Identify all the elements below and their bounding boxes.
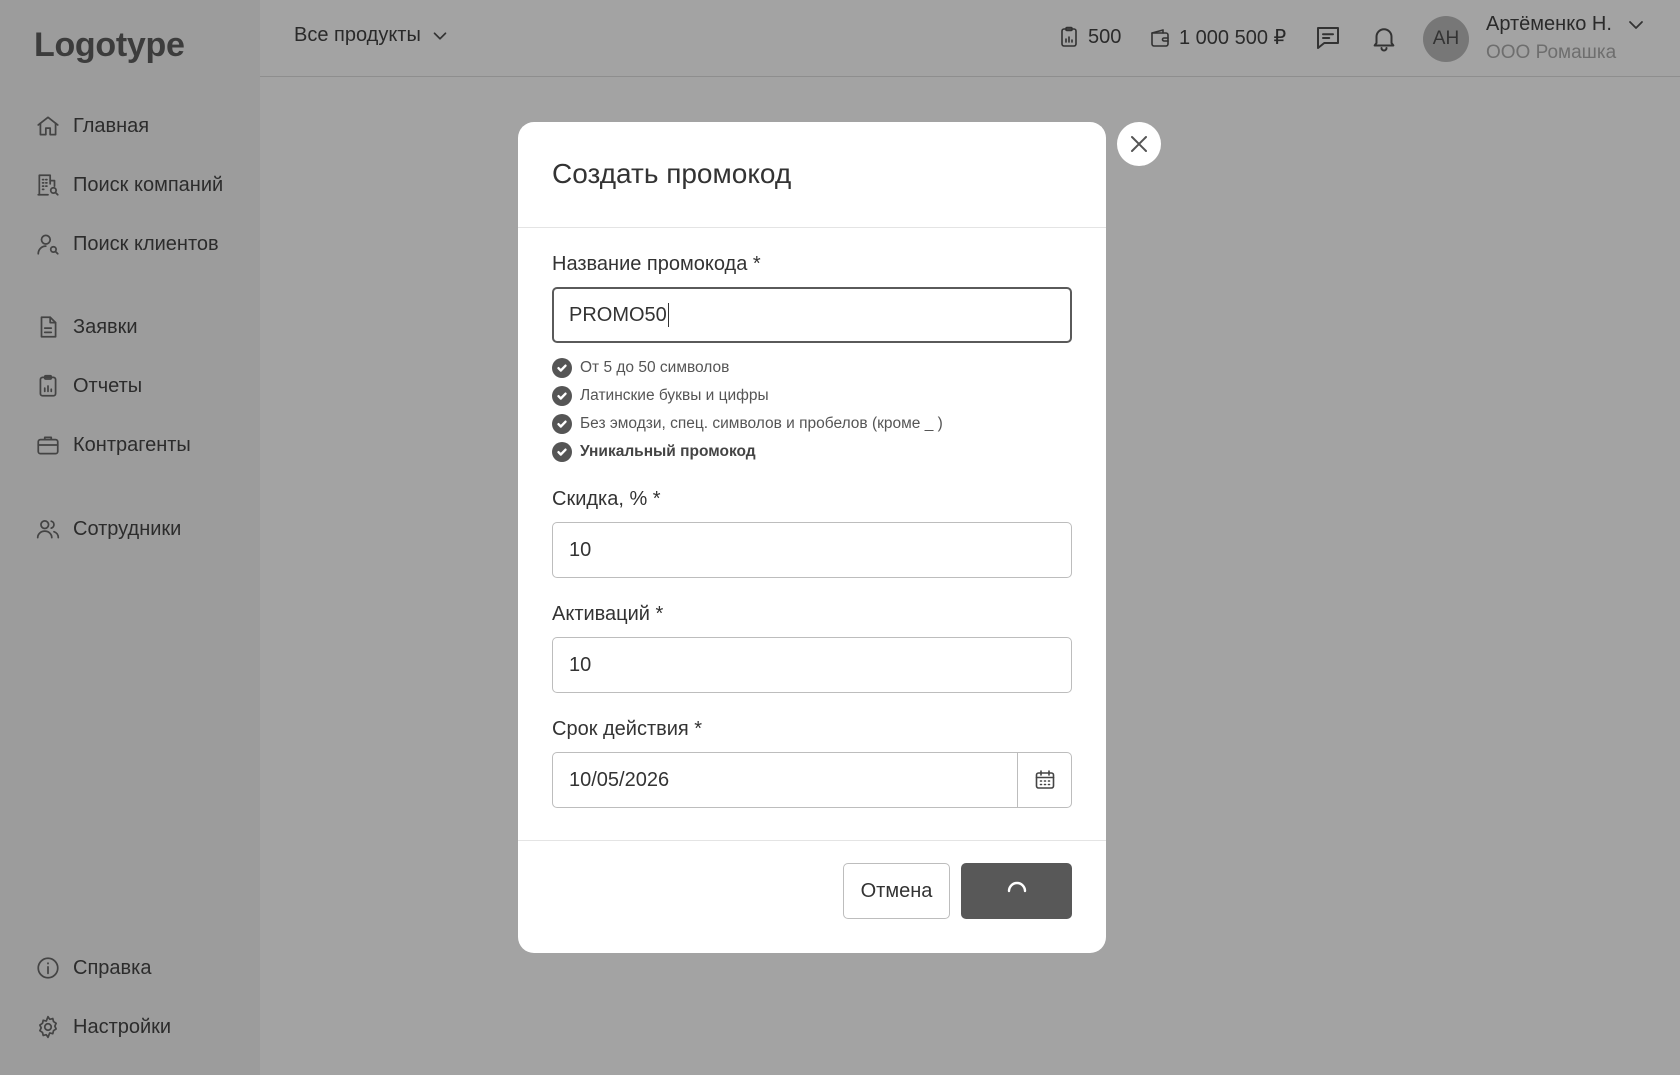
logo: Logotype <box>34 26 185 64</box>
sidebar-item-label: Сотрудники <box>73 517 182 540</box>
promo-name-label: Название промокода * <box>552 253 761 275</box>
sidebar-item-label: Контрагенты <box>73 433 191 456</box>
modal-title: Создать промокод <box>552 158 792 189</box>
sidebar-item-client-search[interactable]: Поиск клиентов <box>34 226 219 262</box>
users-icon <box>34 515 62 543</box>
sidebar-item-label: Отчеты <box>73 374 143 397</box>
text-caret <box>667 303 670 327</box>
sidebar-item-label: Поиск компаний <box>73 173 224 196</box>
submit-button[interactable] <box>961 863 1072 919</box>
reports-count: 500 <box>1088 25 1122 48</box>
check-circle-icon <box>552 358 572 378</box>
document-icon <box>34 313 62 341</box>
check-circle-icon <box>552 442 572 462</box>
discount-label: Скидка, % * <box>552 488 661 510</box>
info-icon <box>34 954 62 982</box>
close-icon <box>1131 136 1147 152</box>
sidebar-item-label: Поиск клиентов <box>73 232 219 255</box>
sidebar-item-help[interactable]: Справка <box>34 950 151 986</box>
validation-rules: От 5 до 50 символов Латинские буквы и ци… <box>552 354 943 466</box>
sidebar-item-reports[interactable]: Отчеты <box>34 368 142 404</box>
discount-input[interactable]: 10 <box>552 522 1072 578</box>
sidebar-item-label: Заявки <box>73 315 138 338</box>
sidebar-item-requests[interactable]: Заявки <box>34 309 138 345</box>
cancel-button[interactable]: Отмена <box>843 863 950 919</box>
reports-counter[interactable]: 500 <box>1057 25 1121 49</box>
sidebar-item-settings[interactable]: Настройки <box>34 1009 171 1045</box>
sidebar-item-company-search[interactable]: Поиск компаний <box>34 167 223 203</box>
create-promo-modal: Создать промокод Название промокода * PR… <box>518 122 1106 953</box>
validation-rule: Уникальный промокод <box>552 438 943 466</box>
clipboard-chart-icon <box>34 372 62 400</box>
activations-input[interactable]: 10 <box>552 637 1072 693</box>
promo-name-value: PROMO50 <box>569 303 667 326</box>
building-search-icon <box>34 171 62 199</box>
expiry-date-input[interactable]: 10/05/2026 <box>553 753 1017 807</box>
modal-close-button[interactable] <box>1117 122 1161 166</box>
sidebar-item-home[interactable]: Главная <box>34 108 149 144</box>
sidebar-item-employees[interactable]: Сотрудники <box>34 511 181 547</box>
sidebar-item-label: Справка <box>73 956 152 979</box>
validation-rule: От 5 до 50 символов <box>552 354 943 382</box>
validation-rule: Без эмодзи, спец. символов и пробелов (к… <box>552 410 943 438</box>
wallet-icon <box>1151 28 1169 47</box>
sidebar: Logotype Главная Поиск компаний Поиск кл… <box>0 0 260 1075</box>
user-organization: ООО Ромашка <box>1486 42 1617 63</box>
chat-icon <box>1317 27 1339 49</box>
balance-display[interactable]: 1 000 500 ₽ <box>1148 25 1286 50</box>
briefcase-icon <box>34 431 62 459</box>
gear-icon <box>34 1013 62 1041</box>
sidebar-item-label: Настройки <box>73 1015 172 1038</box>
promo-name-input[interactable]: PROMO50 <box>552 287 1072 343</box>
validation-rule: Латинские буквы и цифры <box>552 382 943 410</box>
chevron-down-icon <box>1629 21 1643 29</box>
products-dropdown[interactable]: Все продукты <box>294 24 451 47</box>
calendar-icon <box>1035 770 1054 789</box>
activations-value: 10 <box>569 653 592 676</box>
expiry-label: Срок действия * <box>552 718 703 740</box>
products-dropdown-label: Все продукты <box>294 24 421 46</box>
clipboard-chart-icon <box>1061 26 1077 47</box>
sidebar-item-label: Главная <box>73 114 150 137</box>
activations-label: Активаций * <box>552 603 664 625</box>
bell-icon <box>1373 28 1395 52</box>
chevron-down-icon <box>433 31 447 40</box>
modal-divider <box>518 227 1106 228</box>
modal-divider <box>518 840 1106 841</box>
home-icon <box>34 112 62 140</box>
notifications-button[interactable] <box>1368 22 1400 54</box>
messages-button[interactable] <box>1312 22 1344 54</box>
check-circle-icon <box>552 386 572 406</box>
balance-amount: 1 000 500 ₽ <box>1179 27 1287 49</box>
user-menu-toggle[interactable] <box>1624 13 1648 37</box>
discount-value: 10 <box>569 538 592 561</box>
user-search-icon <box>34 230 62 258</box>
loading-spinner-icon <box>1007 881 1026 893</box>
calendar-button[interactable] <box>1017 753 1071 807</box>
sidebar-item-counterparties[interactable]: Контрагенты <box>34 427 191 463</box>
top-header: Все продукты 500 1 000 500 ₽ АН Артёменк… <box>260 0 1680 77</box>
user-name[interactable]: Артёменко Н. <box>1486 13 1612 36</box>
avatar[interactable]: АН <box>1423 16 1469 62</box>
check-circle-icon <box>552 414 572 434</box>
expiry-date-field: 10/05/2026 <box>552 752 1072 808</box>
